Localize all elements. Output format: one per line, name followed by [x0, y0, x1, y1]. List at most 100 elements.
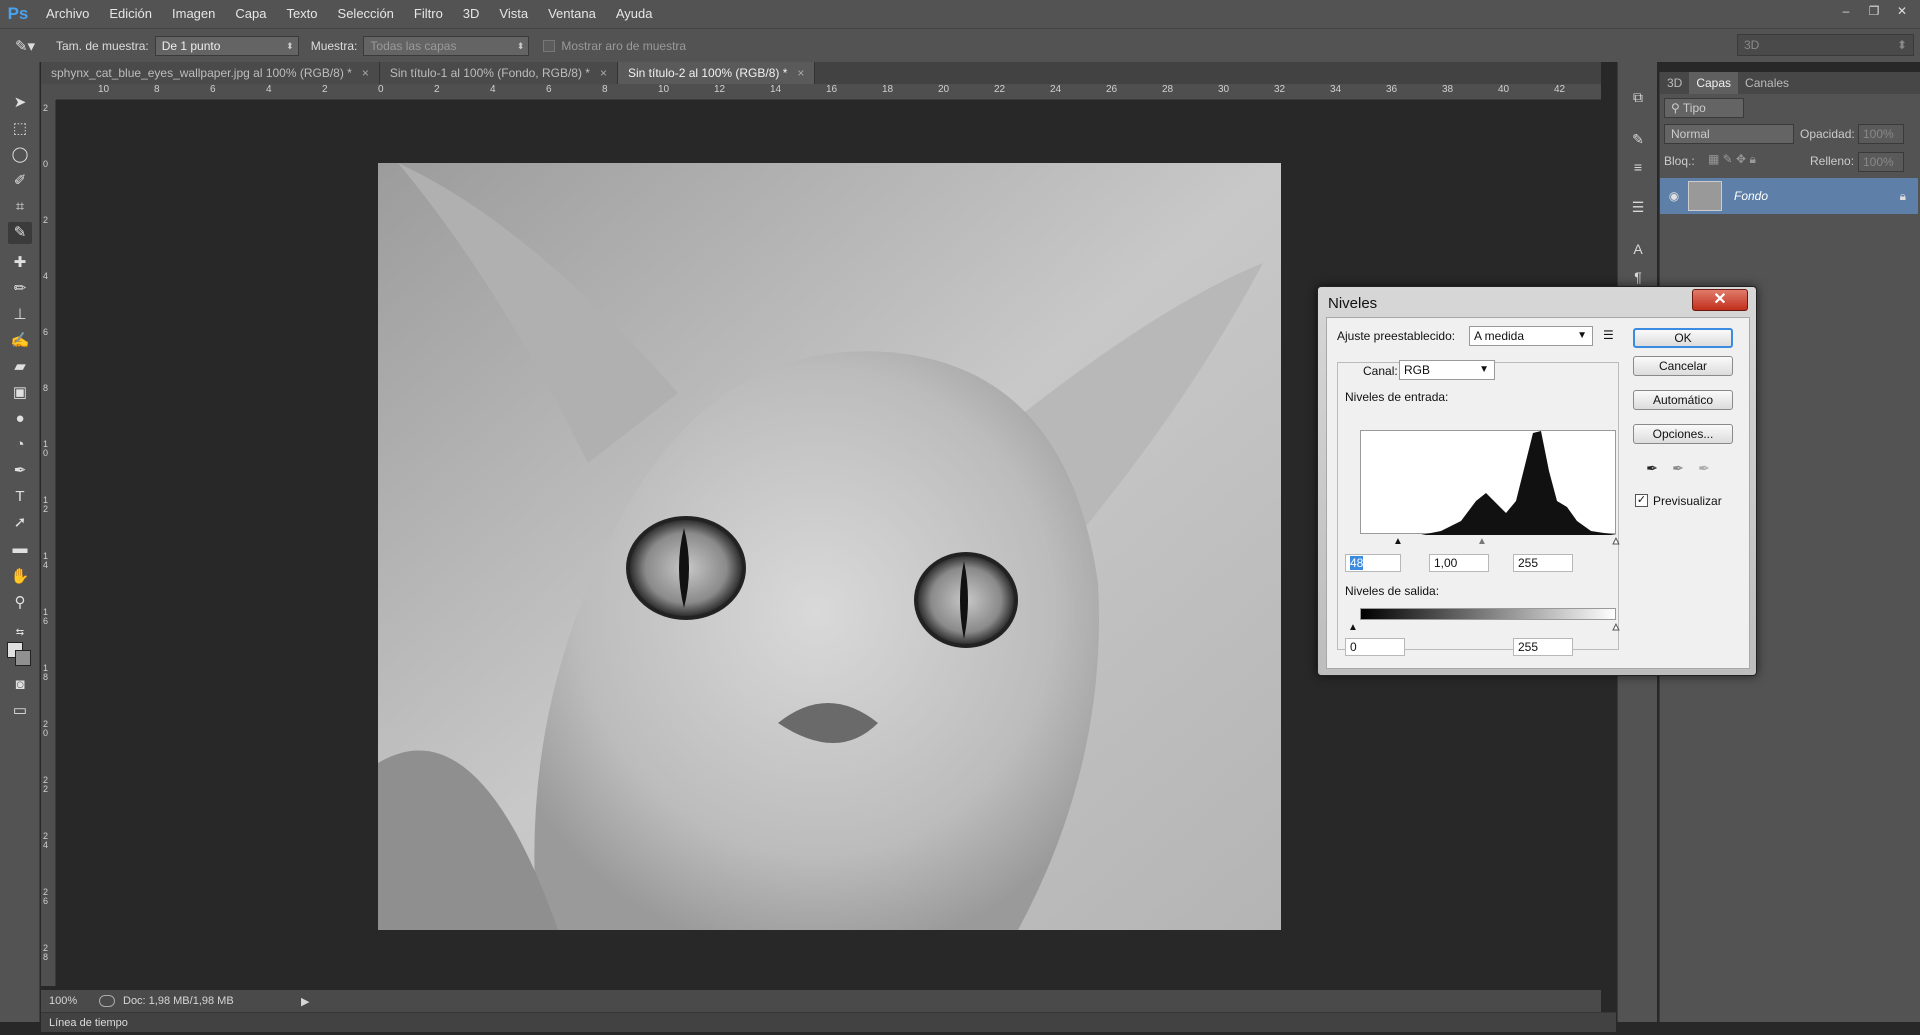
hand-tool-icon[interactable]: ✋ — [8, 566, 32, 588]
lasso-tool-icon[interactable]: ◯ — [8, 144, 32, 166]
clone-stamp-tool-icon[interactable]: ⊥ — [8, 304, 32, 326]
eraser-tool-icon[interactable]: ▰ — [8, 356, 32, 378]
blend-mode-select[interactable]: Normal — [1664, 124, 1794, 144]
close-tab-icon[interactable]: × — [797, 66, 804, 80]
channel-select[interactable]: RGB ▼ — [1399, 360, 1495, 380]
screen-mode-icon[interactable]: ▭ — [8, 700, 32, 722]
menu-archivo[interactable]: Archivo — [36, 0, 99, 28]
input-white-field[interactable]: 255 — [1513, 554, 1573, 572]
type-tool-icon[interactable]: T — [8, 486, 32, 508]
input-white-slider[interactable]: ▲ — [1611, 536, 1622, 548]
menu-seleccion[interactable]: Selección — [328, 0, 404, 28]
menu-imagen[interactable]: Imagen — [162, 0, 225, 28]
gray-eyedropper-icon[interactable]: ✒ — [1669, 460, 1687, 478]
tab-3d[interactable]: 3D — [1660, 72, 1689, 94]
dialog-close-button[interactable]: ✕ — [1692, 289, 1748, 311]
menu-ayuda[interactable]: Ayuda — [606, 0, 663, 28]
output-black-slider[interactable]: ▲ — [1348, 622, 1358, 633]
blur-tool-icon[interactable]: ● — [8, 408, 32, 430]
sample-select[interactable]: Todas las capas ⬍ — [363, 35, 530, 56]
close-tab-icon[interactable]: × — [600, 66, 607, 80]
crop-tool-icon[interactable]: ⌗ — [8, 196, 32, 218]
ruler-tick-label: 36 — [1386, 84, 1398, 95]
workspace-select[interactable]: 3D ⬍ — [1737, 34, 1914, 56]
status-info-icon[interactable] — [99, 995, 115, 1007]
ruler-tick-label: 22 — [994, 84, 1006, 95]
timeline-label: Línea de tiempo — [49, 1017, 128, 1029]
tab-canales[interactable]: Canales — [1738, 72, 1796, 94]
layer-filter-select[interactable]: ⚲ Tipo — [1664, 98, 1744, 118]
eyedropper-tool-icon[interactable]: ✎ — [8, 222, 32, 244]
preview-checkbox[interactable]: ✓ — [1635, 494, 1648, 507]
menu-edicion[interactable]: Edición — [99, 0, 162, 28]
close-window-button[interactable]: ✕ — [1890, 2, 1914, 20]
white-eyedropper-icon[interactable]: ✒ — [1695, 460, 1713, 478]
quick-mask-icon[interactable]: ◙ — [8, 674, 32, 696]
restore-button[interactable]: ❐ — [1862, 2, 1886, 20]
input-gamma-field[interactable]: 1,00 — [1429, 554, 1489, 572]
lock-icons[interactable]: ▦ ✎ ✥ 🔒︎ — [1708, 152, 1756, 167]
document-image[interactable] — [378, 163, 1281, 930]
ruler-tick-label: 16 — [43, 607, 49, 626]
timeline-panel[interactable]: Línea de tiempo — [41, 1012, 1616, 1032]
preset-select[interactable]: A medida ▼ — [1469, 326, 1593, 346]
character-panel-icon[interactable]: A — [1627, 238, 1649, 260]
doc-size: Doc: 1,98 MB/1,98 MB — [123, 995, 234, 1007]
history-panel-icon[interactable]: ⧉ — [1627, 86, 1649, 108]
quick-selection-tool-icon[interactable]: ✐ — [8, 170, 32, 192]
shape-tool-icon[interactable]: ▬ — [8, 538, 32, 560]
select-arrow-icon: ⬍ — [1896, 38, 1907, 52]
input-black-field[interactable]: 48 — [1345, 554, 1401, 572]
show-ring-checkbox[interactable] — [543, 39, 556, 52]
gradient-tool-icon[interactable]: ▣ — [8, 382, 32, 404]
input-black-slider[interactable]: ▲ — [1393, 536, 1403, 547]
input-levels-label: Niveles de entrada: — [1345, 390, 1449, 404]
black-eyedropper-icon[interactable]: ✒ — [1643, 460, 1661, 478]
auto-button[interactable]: Automático — [1633, 390, 1733, 410]
tab-capas[interactable]: Capas — [1689, 72, 1739, 94]
path-selection-tool-icon[interactable]: ➚ — [8, 512, 32, 534]
menu-ventana[interactable]: Ventana — [538, 0, 606, 28]
ruler-tick-label: 24 — [43, 831, 49, 850]
status-menu-arrow-icon[interactable]: ▶ — [301, 995, 309, 1008]
menu-vista[interactable]: Vista — [489, 0, 538, 28]
ok-button[interactable]: OK — [1633, 328, 1733, 348]
close-tab-icon[interactable]: × — [362, 66, 369, 80]
layer-row-fondo[interactable]: ◉ Fondo 🔒︎ — [1660, 178, 1918, 214]
options-button[interactable]: Opciones... — [1633, 424, 1733, 444]
dodge-tool-icon[interactable]: ◔ — [8, 434, 32, 456]
move-tool-icon[interactable]: ➤ — [8, 92, 32, 114]
background-color-swatch[interactable] — [15, 650, 31, 666]
minimize-button[interactable]: – — [1834, 2, 1858, 20]
paragraph-panel-icon[interactable]: ¶ — [1627, 266, 1649, 288]
pen-tool-icon[interactable]: ✒ — [8, 460, 32, 482]
preset-options-icon[interactable]: ☰ — [1603, 328, 1614, 342]
input-gamma-slider[interactable]: ▲ — [1477, 536, 1487, 547]
output-white-slider[interactable]: ▲ — [1611, 622, 1622, 634]
history-brush-tool-icon[interactable]: ✍ — [8, 330, 32, 352]
adjustments-icon[interactable]: ≡ — [1627, 156, 1649, 178]
eyedropper-tool-preset-icon[interactable]: ✎▾ — [0, 37, 50, 55]
healing-brush-tool-icon[interactable]: ✚ — [8, 252, 32, 274]
cancel-button[interactable]: Cancelar — [1633, 356, 1733, 376]
menu-filtro[interactable]: Filtro — [404, 0, 453, 28]
tab-sin-titulo-1[interactable]: Sin título-1 al 100% (Fondo, RGB/8) * × — [379, 62, 618, 84]
marquee-tool-icon[interactable]: ⬚ — [8, 118, 32, 140]
output-black-field[interactable]: 0 — [1345, 638, 1405, 656]
brush-tool-icon[interactable]: ✏ — [8, 278, 32, 300]
properties-icon[interactable]: ☰ — [1627, 196, 1649, 218]
tab-sin-titulo-2[interactable]: Sin título-2 al 100% (RGB/8) * × — [618, 62, 816, 84]
menu-capa[interactable]: Capa — [225, 0, 276, 28]
visibility-eye-icon[interactable]: ◉ — [1660, 189, 1688, 203]
sample-size-select[interactable]: De 1 punto ⬍ — [154, 35, 299, 56]
zoom-tool-icon[interactable]: ⚲ — [8, 592, 32, 614]
swap-colors-icon[interactable]: ⇆ — [8, 622, 32, 644]
zoom-level[interactable]: 100% — [41, 995, 91, 1007]
tab-sphynx-cat[interactable]: sphynx_cat_blue_eyes_wallpaper.jpg al 10… — [41, 62, 380, 84]
output-white-field[interactable]: 255 — [1513, 638, 1573, 656]
opacity-field[interactable]: 100% — [1858, 124, 1904, 144]
fill-field[interactable]: 100% — [1858, 152, 1904, 172]
menu-texto[interactable]: Texto — [276, 0, 327, 28]
menu-3d[interactable]: 3D — [453, 0, 490, 28]
tool-presets-icon[interactable]: ✎ — [1627, 128, 1649, 150]
